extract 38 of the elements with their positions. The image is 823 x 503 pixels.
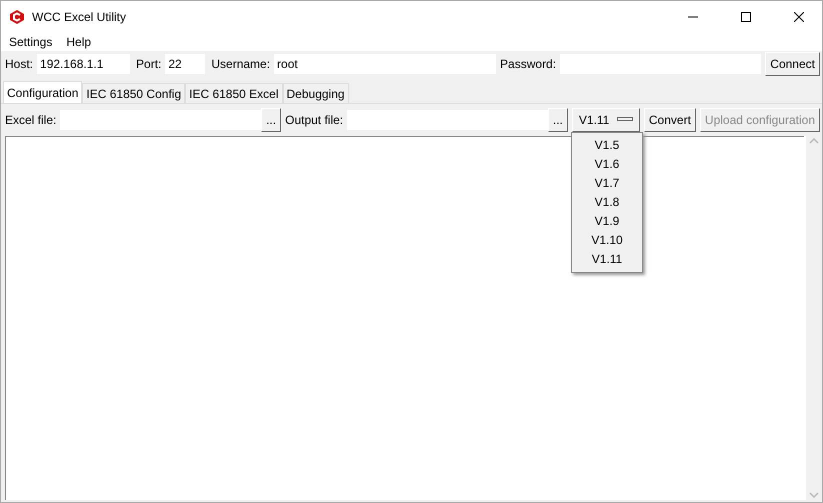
- host-field[interactable]: 192.168.1.1: [37, 54, 130, 74]
- username-field[interactable]: root: [274, 54, 496, 74]
- minimize-icon[interactable]: [688, 16, 698, 18]
- scroll-up-icon[interactable]: [809, 138, 819, 144]
- password-label: Password:: [500, 57, 556, 71]
- version-option[interactable]: V1.6: [572, 155, 642, 174]
- browse-button[interactable]: ...: [548, 108, 568, 132]
- menu-item[interactable]: Help: [66, 35, 92, 49]
- output-file-field[interactable]: [347, 110, 548, 130]
- scroll-down-icon[interactable]: [809, 492, 819, 498]
- tab[interactable]: IEC 61850 Excel: [185, 83, 283, 103]
- version-option[interactable]: V1.8: [572, 193, 642, 212]
- version-option[interactable]: V1.10: [572, 231, 642, 250]
- excel-file-field[interactable]: [60, 110, 262, 130]
- maximize-icon[interactable]: [741, 12, 751, 22]
- version-option[interactable]: V1.5: [572, 136, 642, 155]
- tab[interactable]: IEC 61850 Config: [82, 83, 186, 103]
- tab[interactable]: Configuration: [3, 81, 82, 103]
- version-option[interactable]: V1.7: [572, 174, 642, 193]
- version-option[interactable]: V1.11: [572, 250, 642, 269]
- connect-button[interactable]: Connect: [765, 52, 820, 76]
- app-logo-icon: [9, 9, 25, 25]
- convert-button[interactable]: Convert: [644, 108, 696, 132]
- dropdown-indicator-icon: [616, 117, 633, 122]
- output-file-label: Output file:: [285, 112, 344, 126]
- close-icon[interactable]: [794, 12, 804, 22]
- window-title: WCC Excel Utility: [32, 10, 128, 24]
- browse-button[interactable]: ...: [261, 108, 282, 132]
- excel-file-label: Excel file:: [5, 112, 56, 126]
- tab[interactable]: Debugging: [282, 83, 349, 103]
- version-dropdown[interactable]: V1.11: [572, 108, 640, 132]
- port-label: Port:: [136, 57, 162, 71]
- version-option[interactable]: V1.9: [572, 212, 642, 231]
- port-field[interactable]: 22: [165, 54, 206, 74]
- menu-item[interactable]: Settings: [9, 35, 52, 49]
- username-label: Username:: [211, 57, 270, 71]
- host-label: Host:: [5, 57, 34, 71]
- output-text-area[interactable]: [5, 136, 804, 500]
